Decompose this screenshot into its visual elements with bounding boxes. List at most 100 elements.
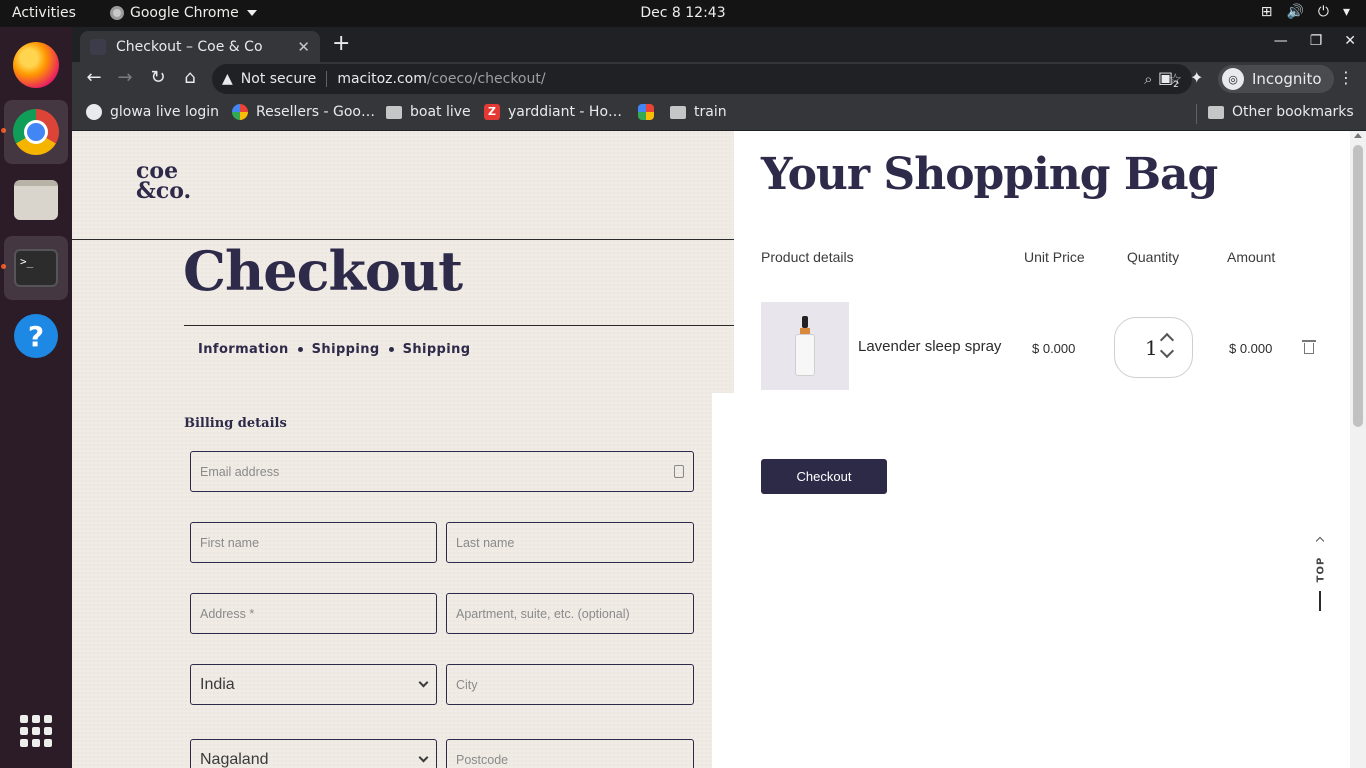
- reload-icon[interactable]: ↻: [146, 67, 170, 88]
- step-information[interactable]: Information: [198, 342, 289, 357]
- shopping-bag-panel: Your Shopping Bag Product details Unit P…: [734, 131, 1350, 768]
- checkout-section: coe &co. Checkout Information Shipping S…: [72, 131, 734, 768]
- address-field[interactable]: Address *: [190, 593, 437, 634]
- zoho-icon: Z: [484, 104, 500, 120]
- url-host: macitoz.com: [337, 71, 427, 87]
- other-bookmarks[interactable]: Other bookmarks: [1208, 104, 1354, 120]
- dock-terminal[interactable]: >_: [4, 236, 68, 300]
- folder-icon: [386, 105, 402, 119]
- country-select[interactable]: India: [190, 664, 437, 705]
- checkout-button[interactable]: Checkout: [761, 459, 887, 494]
- checkout-steps: Information Shipping Shipping: [198, 342, 470, 357]
- billing-details-heading: Billing details: [184, 416, 287, 431]
- city-field[interactable]: City: [446, 664, 694, 705]
- power-icon: ⏻: [1317, 4, 1329, 20]
- bookmark-boat-live[interactable]: boat live: [386, 104, 471, 120]
- close-icon[interactable]: ✕: [1344, 33, 1356, 49]
- decrease-quantity-icon[interactable]: [1159, 343, 1175, 359]
- bookmarks-bar: glowa live login Resellers - Goo… boat l…: [72, 96, 1366, 131]
- bookmark-label: Other bookmarks: [1232, 104, 1354, 120]
- terminal-icon: >_: [14, 249, 58, 287]
- scrollbar-thumb[interactable]: [1353, 145, 1363, 427]
- close-tab-icon[interactable]: ✕: [297, 38, 310, 56]
- network-icon: ⊞: [1260, 4, 1273, 20]
- forward-icon[interactable]: →: [113, 67, 137, 88]
- new-tab-button[interactable]: +: [332, 31, 350, 56]
- apartment-field[interactable]: Apartment, suite, etc. (optional): [446, 593, 694, 634]
- address-bar[interactable]: ▲ Not secure macitoz.com/coeco/checkout/…: [212, 64, 1192, 94]
- quantity-value[interactable]: 1: [1145, 336, 1158, 360]
- state-value: Nagaland: [200, 750, 269, 768]
- tab-title: Checkout – Coe & Co: [116, 38, 263, 55]
- bookmark-resellers[interactable]: Resellers - Goo…: [232, 104, 375, 120]
- last-name-placeholder: Last name: [456, 535, 515, 550]
- minimize-icon[interactable]: —: [1274, 33, 1288, 49]
- page-scrollbar[interactable]: [1350, 131, 1366, 768]
- help-icon: ?: [14, 314, 58, 358]
- favicon-icon: [90, 38, 106, 55]
- step-shipping[interactable]: Shipping: [312, 342, 380, 357]
- tab-checkout[interactable]: Checkout – Coe & Co ✕: [80, 31, 320, 62]
- extensions-puzzle-icon[interactable]: ✦: [1190, 68, 1203, 87]
- divider: [1196, 104, 1197, 124]
- bookmark-train[interactable]: train: [670, 104, 727, 120]
- bookmark-yarddiant[interactable]: Zyarddiant - Ho…: [484, 104, 622, 120]
- step-shipping-2[interactable]: Shipping: [403, 342, 471, 357]
- pinwheel-icon: [638, 104, 654, 120]
- autofill-icon[interactable]: [674, 465, 684, 478]
- last-name-field[interactable]: Last name: [446, 522, 694, 563]
- warning-icon[interactable]: ▲: [222, 71, 233, 87]
- coe-co-logo[interactable]: coe &co.: [136, 160, 191, 202]
- dock-chrome[interactable]: [4, 100, 68, 164]
- caret-down-icon: [246, 10, 257, 16]
- maximize-icon[interactable]: ❐: [1310, 33, 1323, 49]
- back-icon[interactable]: ←: [82, 67, 106, 88]
- title-divider: [184, 325, 734, 326]
- bookmark-glowa[interactable]: glowa live login: [86, 104, 219, 120]
- zoom-icon[interactable]: ⌕: [1144, 70, 1152, 88]
- first-name-field[interactable]: First name: [190, 522, 437, 563]
- url-path: /coeco/checkout/: [426, 71, 546, 87]
- postcode-field[interactable]: Postcode: [446, 739, 694, 768]
- product-name[interactable]: Lavender sleep spray: [858, 338, 1001, 355]
- trash-icon[interactable]: [1302, 338, 1316, 354]
- column-unit-price: Unit Price: [1024, 249, 1085, 265]
- quantity-stepper[interactable]: 1: [1114, 317, 1193, 378]
- incognito-badge[interactable]: ◎ Incognito: [1218, 65, 1334, 93]
- menu-kebab-icon[interactable]: ⋮: [1338, 68, 1354, 87]
- bookmark-photos[interactable]: [638, 104, 654, 120]
- state-select[interactable]: Nagaland: [190, 739, 437, 768]
- dock: >_ ?: [0, 27, 72, 768]
- product-image[interactable]: [761, 302, 849, 390]
- incognito-label: Incognito: [1252, 70, 1322, 88]
- extension-badge: 2: [1173, 80, 1179, 91]
- extension-notes-icon[interactable]: ▣2: [1158, 68, 1179, 90]
- back-to-top-button[interactable]: TOP: [1314, 536, 1328, 612]
- city-placeholder: City: [456, 677, 478, 692]
- home-icon[interactable]: ⌂: [178, 67, 202, 88]
- dock-firefox[interactable]: [4, 33, 68, 97]
- browser-toolbar: ← → ↻ ⌂ ▲ Not secure macitoz.com/coeco/c…: [72, 62, 1366, 96]
- not-secure-label[interactable]: Not secure: [241, 71, 317, 87]
- page-viewport: coe &co. Checkout Information Shipping S…: [72, 131, 1366, 768]
- activities-button[interactable]: Activities: [12, 5, 76, 21]
- back-to-top-label: TOP: [1315, 556, 1327, 583]
- column-amount: Amount: [1227, 249, 1276, 265]
- bookmark-label: glowa live login: [110, 104, 220, 120]
- unit-price: $ 0.000: [1032, 341, 1076, 356]
- show-apps-button[interactable]: [20, 715, 52, 747]
- app-menu[interactable]: Google Chrome: [110, 5, 257, 21]
- spray-bottle-icon: [795, 316, 815, 376]
- email-field[interactable]: Email address: [190, 451, 694, 492]
- system-tray[interactable]: ⊞ 🔊 ⏻ ▾: [1261, 4, 1350, 20]
- dock-files[interactable]: [4, 168, 68, 232]
- column-product-details: Product details: [761, 249, 854, 265]
- folder-icon: [1208, 105, 1224, 119]
- country-value: India: [200, 675, 235, 693]
- step-separator: [297, 347, 303, 352]
- scroll-up-icon[interactable]: [1354, 133, 1362, 138]
- column-quantity: Quantity: [1127, 249, 1180, 265]
- address-placeholder: Address *: [200, 606, 255, 621]
- dock-help[interactable]: ?: [4, 304, 68, 368]
- first-name-placeholder: First name: [200, 535, 260, 550]
